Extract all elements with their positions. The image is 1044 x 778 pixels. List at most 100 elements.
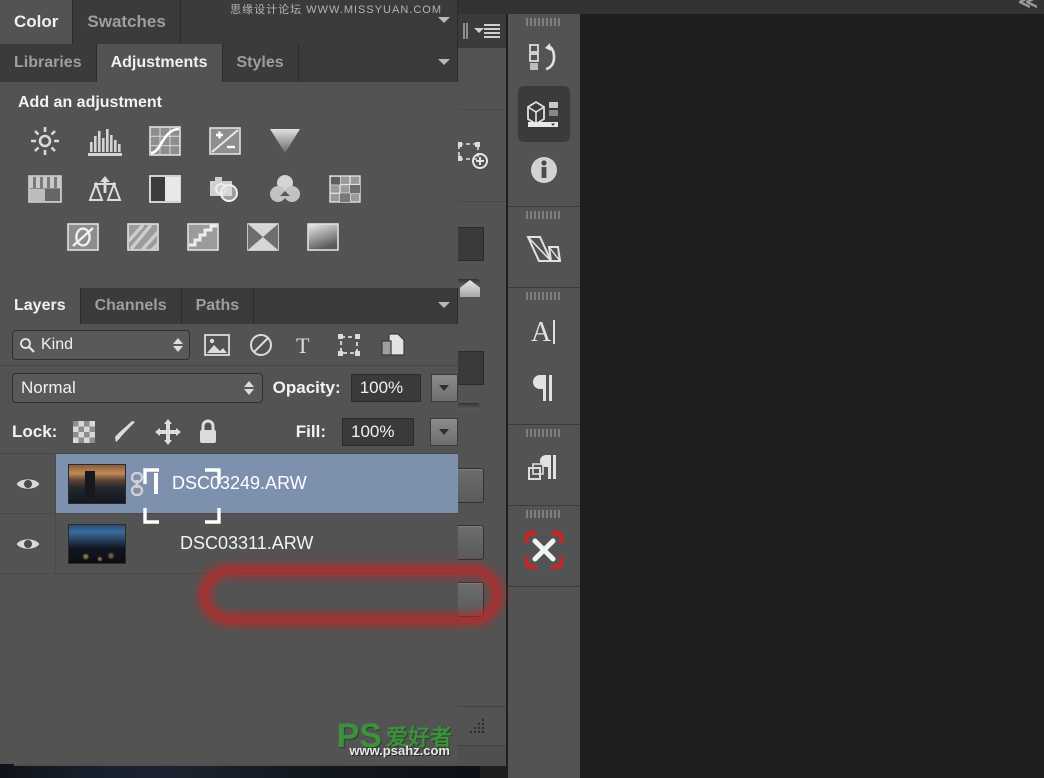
type-filter-icon[interactable]: T (288, 329, 322, 361)
opacity-dropdown-icon[interactable] (430, 374, 458, 402)
options-bar-overflow[interactable]: ≪ (1018, 0, 1038, 14)
selective-color-icon[interactable] (238, 218, 288, 256)
invert-icon[interactable] (58, 218, 108, 256)
layer-mask-thumbnail[interactable] (143, 467, 221, 524)
tab-styles[interactable]: Styles (222, 44, 299, 82)
layers-tab-row: Layers Channels Paths (0, 288, 458, 324)
gradient-map-icon[interactable] (298, 218, 348, 256)
tab-channels[interactable]: Channels (80, 288, 182, 324)
eye-icon (14, 477, 41, 490)
hue-saturation-icon[interactable] (20, 170, 70, 208)
brightness-contrast-icon[interactable] (20, 122, 70, 160)
lock-position-icon[interactable] (155, 418, 182, 445)
chevron-down-icon[interactable] (438, 302, 450, 308)
opacity-label: Opacity: (272, 378, 341, 397)
ps-site-url: www.psahz.com (349, 743, 450, 758)
threshold-icon[interactable] (178, 218, 228, 256)
photo-filter-icon[interactable] (200, 170, 250, 208)
blend-mode-row: Normal Opacity: 100% (0, 366, 458, 410)
paragraph-styles-icon[interactable] (508, 441, 580, 497)
posterize-icon[interactable] (118, 218, 168, 256)
lock-transparent-pixels-icon[interactable] (73, 420, 96, 443)
panel-grip-icon[interactable] (463, 23, 465, 39)
collapsed-panel-dock: A (508, 14, 580, 778)
dock-group-4 (508, 425, 580, 506)
dock-grip-icon[interactable] (508, 14, 580, 30)
adjustments-row-3 (14, 218, 444, 256)
layer-thumbnail[interactable] (68, 523, 126, 564)
paragraph-icon[interactable] (508, 360, 580, 416)
adjustments-row-2 (14, 170, 444, 208)
adjustments-tab-row: Libraries Adjustments Styles (0, 44, 458, 82)
dock-grip-icon[interactable] (508, 425, 580, 441)
adjustments-icon-grid (0, 122, 458, 256)
chevron-updown-icon[interactable] (243, 381, 254, 395)
exposure-icon[interactable] (200, 122, 250, 160)
curves-icon[interactable] (140, 122, 190, 160)
layer-filter-row: Kind T (0, 324, 458, 366)
vibrance-icon[interactable] (260, 122, 310, 160)
lock-row: Lock: Fill: 100% (0, 410, 458, 454)
chevron-down-icon[interactable] (438, 59, 450, 65)
tab-layers[interactable]: Layers (0, 288, 81, 324)
smart-object-filter-icon[interactable] (376, 329, 410, 361)
svg-text:A: A (531, 317, 552, 348)
opacity-value-field[interactable]: 100% (350, 374, 421, 402)
fill-value-field[interactable]: 100% (342, 417, 414, 446)
layer-thumbnail[interactable] (68, 463, 126, 504)
layer-name[interactable]: DSC03311.ARW (180, 533, 313, 554)
color-balance-icon[interactable] (80, 170, 130, 208)
adjustments-shear-icon[interactable] (508, 223, 580, 279)
color-panel: Color Swatches 思缘设计论坛 WWW.MISSYUAN.COM (0, 0, 458, 44)
adjustments-heading: Add an adjustment (18, 94, 163, 111)
blend-mode-select[interactable]: Normal (12, 373, 263, 403)
info-icon[interactable] (508, 142, 580, 198)
layer-kind-select[interactable]: Kind (12, 329, 190, 360)
chevron-down-icon[interactable] (438, 17, 450, 23)
chevron-updown-icon[interactable] (173, 337, 183, 352)
adjustment-filter-icon[interactable] (244, 329, 278, 361)
lock-image-pixels-icon[interactable] (111, 420, 139, 444)
table-row[interactable]: DSC03249.ARW (0, 454, 458, 524)
panel-menu-icon[interactable] (474, 27, 484, 35)
dock-group-5 (508, 506, 580, 587)
adjustments-panel: Libraries Adjustments Styles Add an adju… (0, 44, 458, 288)
site-watermark-text: 思缘设计论坛 WWW.MISSYUAN.COM (230, 4, 442, 16)
search-icon (20, 337, 35, 353)
right-panel-column: Color Swatches 思缘设计论坛 WWW.MISSYUAN.COM L… (0, 0, 458, 764)
lock-all-icon[interactable] (197, 419, 219, 445)
tab-filler (298, 44, 458, 82)
shape-filter-icon[interactable] (332, 329, 366, 361)
pixel-filter-icon[interactable] (200, 329, 234, 361)
svg-text:T: T (296, 333, 310, 357)
tab-color[interactable]: Color (0, 0, 74, 44)
dock-grip-icon[interactable] (508, 506, 580, 522)
close-target-icon[interactable] (508, 522, 580, 578)
layers-panel: Layers Channels Paths Kind T Normal Opac… (0, 288, 458, 764)
blend-mode-value: Normal (21, 378, 76, 397)
vector-mask-icon[interactable] (456, 141, 488, 171)
panel-menu-lines-icon[interactable] (484, 22, 500, 41)
dock-grip-icon[interactable] (508, 207, 580, 223)
character-icon[interactable]: A (508, 304, 580, 360)
black-white-icon[interactable] (140, 170, 190, 208)
layer-kind-label: Kind (41, 335, 74, 353)
dock-grip-icon[interactable] (508, 288, 580, 304)
color-lookup-icon[interactable] (320, 170, 370, 208)
layer-visibility-toggle[interactable] (0, 454, 56, 513)
tab-libraries[interactable]: Libraries (0, 44, 97, 82)
adjustments-row-1 (14, 122, 444, 160)
table-row[interactable]: DSC03311.ARW (0, 514, 458, 574)
eye-icon (14, 537, 41, 550)
history-icon[interactable] (508, 30, 580, 86)
tab-paths[interactable]: Paths (181, 288, 255, 324)
levels-icon[interactable] (80, 122, 130, 160)
properties-3d-icon[interactable] (518, 86, 570, 142)
fill-dropdown-icon[interactable] (430, 417, 458, 446)
tab-swatches[interactable]: Swatches (73, 0, 181, 44)
layer-visibility-toggle[interactable] (0, 514, 56, 573)
channel-mixer-icon[interactable] (260, 170, 310, 208)
dock-group-1 (508, 14, 580, 207)
tab-adjustments[interactable]: Adjustments (96, 44, 223, 82)
fill-label: Fill: (295, 421, 326, 441)
